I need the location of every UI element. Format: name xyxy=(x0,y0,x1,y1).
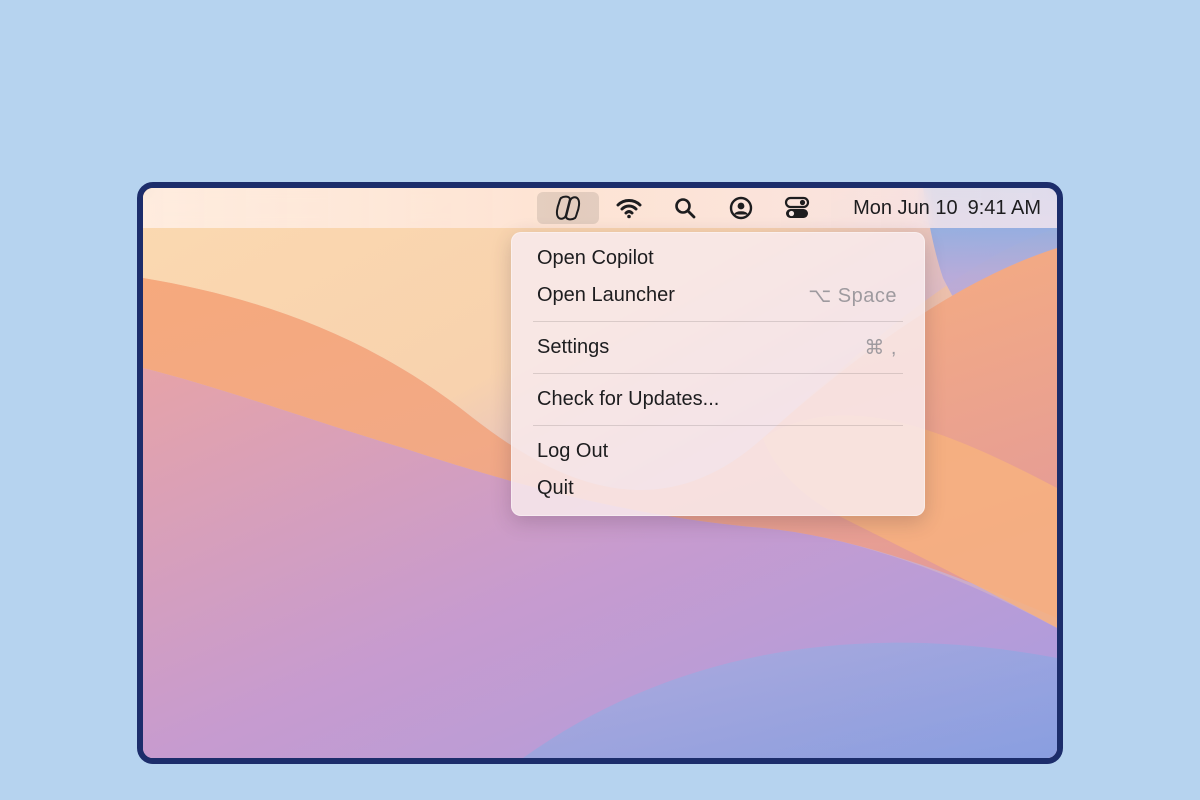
menu-item-open-copilot[interactable]: Open Copilot xyxy=(511,240,925,277)
menu-item-label: Check for Updates... xyxy=(537,388,720,410)
copilot-dropdown-menu: Open Copilot Open Launcher ⌥ Space Setti… xyxy=(511,232,925,516)
menu-item-label: Open Launcher xyxy=(537,284,675,306)
search-menubar-button[interactable] xyxy=(665,192,705,224)
control-center-menubar-button[interactable] xyxy=(777,192,817,224)
menu-bar: Mon Jun 10 9:41 AM xyxy=(143,188,1057,228)
copilot-menubar-button[interactable] xyxy=(537,192,599,224)
clock-time: 9:41 AM xyxy=(967,196,1041,219)
menu-item-label: Open Copilot xyxy=(537,247,654,269)
menu-item-label: Log Out xyxy=(537,440,609,462)
menu-item-label: Quit xyxy=(537,477,574,499)
search-icon xyxy=(675,198,696,219)
control-center-icon xyxy=(784,196,810,218)
menu-item-label: Settings xyxy=(537,336,610,358)
page-background: Mon Jun 10 9:41 AM Open Copilot Open Lau… xyxy=(0,0,1200,800)
wifi-icon xyxy=(616,199,642,219)
menu-item-shortcut: ⌥ Space xyxy=(808,285,897,307)
clock-date: Mon Jun 10 xyxy=(853,196,958,219)
menu-item-shortcut: ⌘ , xyxy=(864,337,897,359)
menu-item-open-launcher[interactable]: Open Launcher ⌥ Space xyxy=(511,277,925,314)
user-account-icon xyxy=(729,196,753,220)
screen-frame: Mon Jun 10 9:41 AM Open Copilot Open Lau… xyxy=(137,182,1063,764)
menu-item-check-for-updates[interactable]: Check for Updates... xyxy=(511,381,925,418)
menu-item-quit[interactable]: Quit xyxy=(511,470,925,507)
menu-separator xyxy=(533,373,903,374)
menu-item-log-out[interactable]: Log Out xyxy=(511,433,925,470)
menu-separator xyxy=(533,425,903,426)
menubar-clock[interactable]: Mon Jun 10 9:41 AM xyxy=(853,188,1041,228)
user-menubar-button[interactable] xyxy=(721,192,761,224)
menu-separator xyxy=(533,321,903,322)
wifi-menubar-button[interactable] xyxy=(609,192,649,224)
copilot-icon xyxy=(555,195,581,221)
menu-item-settings[interactable]: Settings ⌘ , xyxy=(511,329,925,366)
